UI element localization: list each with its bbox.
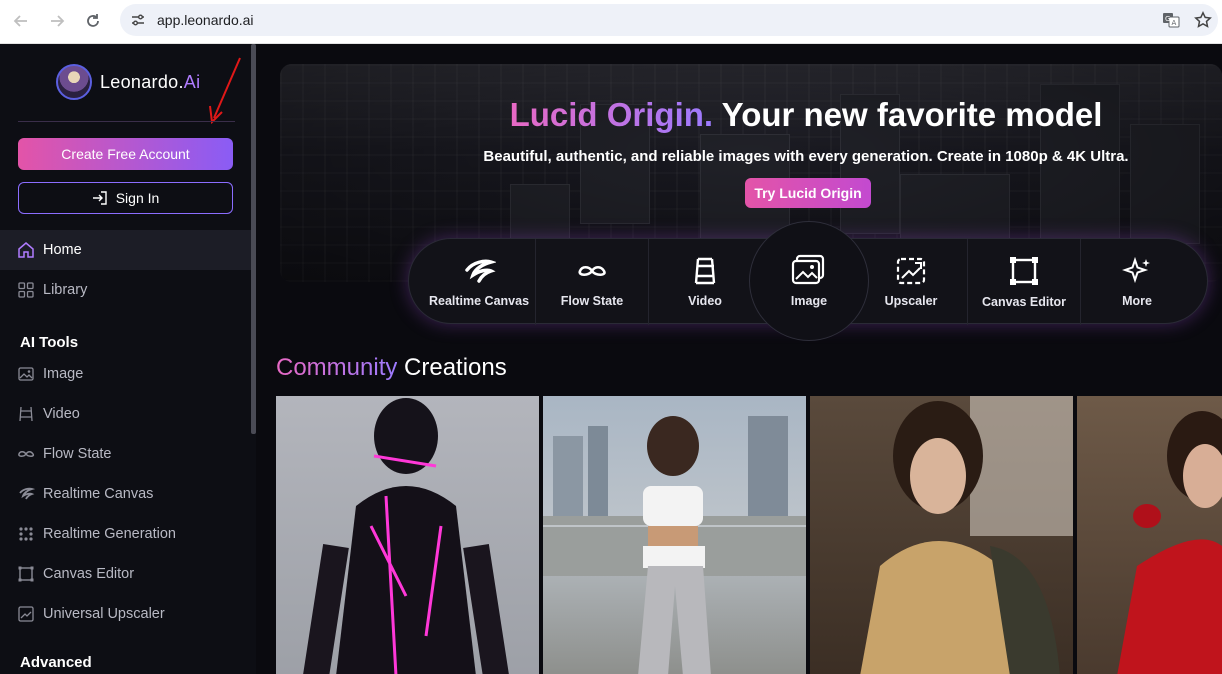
creation-image — [860, 396, 1073, 674]
tool-label: Image — [790, 294, 828, 308]
brush-icon — [465, 259, 496, 283]
address-bar[interactable]: app.leonardo.ai GA — [120, 4, 1218, 36]
tool-label: Realtime Canvas — [428, 294, 530, 308]
creation-card-3[interactable] — [810, 396, 1073, 674]
svg-text:A: A — [1172, 19, 1177, 27]
url-text[interactable]: app.leonardo.ai — [157, 12, 254, 28]
sign-in-label: Sign In — [115, 190, 160, 206]
reload-button[interactable] — [80, 8, 106, 34]
reload-icon — [87, 14, 99, 27]
canvas-icon — [1010, 257, 1038, 285]
sidebar-item-label: Universal Upscaler — [43, 606, 165, 622]
sidebar-item-video[interactable]: Video — [0, 394, 251, 434]
sidebar-item-label: Home — [43, 242, 82, 258]
tool-canvas-editor[interactable]: Canvas Editor — [968, 239, 1080, 325]
translate-icon[interactable]: GA — [1162, 11, 1180, 29]
arrow-left-icon — [13, 15, 27, 27]
logo-text: Leonardo. — [100, 71, 184, 92]
tool-realtime-canvas[interactable]: Realtime Canvas — [423, 239, 535, 325]
logo-avatar-icon — [56, 64, 92, 100]
hero-subtitle: Beautiful, authentic, and reliable image… — [483, 148, 1129, 165]
tool-image[interactable]: Image — [749, 221, 869, 341]
infinity-icon — [578, 265, 606, 277]
try-lucid-origin-button[interactable]: Try Lucid Origin — [745, 178, 871, 208]
sign-in-button[interactable]: Sign In — [18, 182, 233, 214]
sidebar-item-label: Flow State — [43, 446, 112, 462]
tool-flow-state[interactable]: Flow State — [536, 239, 648, 325]
arrow-right-icon — [51, 15, 65, 27]
tools-bar: Realtime Canvas Flow State Video Image U… — [408, 221, 1208, 341]
sidebar-item-label: Realtime Generation — [43, 526, 176, 542]
tool-video[interactable]: Video — [649, 239, 761, 325]
sidebar-item-library[interactable]: Library — [0, 270, 251, 310]
upscale-icon — [16, 604, 36, 624]
sidebar-item-label: Realtime Canvas — [43, 486, 154, 502]
infinity-icon — [16, 444, 36, 464]
tool-label: More — [1122, 294, 1152, 308]
create-account-button[interactable]: Create Free Account — [18, 138, 233, 170]
sidebar-item-label: Library — [43, 282, 88, 298]
creation-image — [1117, 411, 1222, 674]
back-button[interactable] — [8, 8, 34, 34]
film-icon — [694, 257, 716, 285]
tool-more[interactable]: More — [1081, 239, 1193, 325]
create-account-label: Create Free Account — [61, 146, 190, 162]
creation-image — [543, 416, 806, 674]
sidebar: Leonardo.Ai Create Free Account Sign In … — [0, 44, 256, 674]
creation-card-2[interactable] — [543, 396, 806, 674]
tool-label: Upscaler — [884, 294, 938, 308]
ai-tools-heading: AI Tools — [20, 334, 79, 351]
svg-text:G: G — [1165, 15, 1170, 23]
community-rest: Creations — [397, 354, 507, 381]
grid-icon — [16, 280, 36, 300]
tool-upscaler[interactable]: Upscaler — [855, 239, 967, 325]
forward-button[interactable] — [44, 8, 70, 34]
sidebar-item-label: Video — [43, 406, 80, 422]
site-settings-icon[interactable] — [130, 12, 146, 28]
sidebar-item-label: Canvas Editor — [43, 566, 135, 582]
logo-accent: Ai — [183, 71, 201, 92]
canvas-icon — [16, 564, 36, 584]
bookmark-star-icon[interactable] — [1194, 11, 1212, 29]
creation-card-4[interactable] — [1077, 396, 1222, 674]
community-accent: Community — [276, 354, 398, 381]
hero-title: Lucid Origin. Your new favorite model — [280, 96, 1222, 134]
sidebar-item-flow-state[interactable]: Flow State — [0, 434, 251, 474]
browser-toolbar: app.leonardo.ai GA — [0, 0, 1222, 44]
brush-icon — [16, 484, 36, 504]
tool-label: Video — [688, 294, 722, 308]
hero-title-rest: Your new favorite model — [713, 96, 1103, 133]
advanced-heading: Advanced — [20, 654, 92, 671]
dots-icon — [16, 524, 36, 544]
sidebar-item-realtime-canvas[interactable]: Realtime Canvas — [0, 474, 251, 514]
red-arrow-annotation — [209, 57, 241, 124]
tool-label: Canvas Editor — [981, 295, 1067, 309]
main-content: Lucid Origin. Your new favorite model Be… — [256, 44, 1222, 674]
creation-card-1[interactable] — [276, 396, 539, 674]
sidebar-item-universal-upscaler[interactable]: Universal Upscaler — [0, 594, 251, 634]
sidebar-item-realtime-generation[interactable]: Realtime Generation — [0, 514, 251, 554]
creation-image — [303, 398, 509, 674]
brand-logo[interactable]: Leonardo.Ai — [56, 64, 200, 100]
film-icon — [16, 404, 36, 424]
upscale-icon — [896, 257, 926, 285]
community-creations-heading: Community Creations — [276, 354, 507, 382]
sidebar-divider — [18, 121, 235, 122]
sidebar-item-image[interactable]: Image — [0, 354, 251, 394]
home-icon — [16, 240, 36, 260]
sidebar-item-label: Image — [43, 366, 84, 382]
sign-in-icon — [92, 191, 107, 205]
sidebar-item-home[interactable]: Home — [0, 230, 251, 270]
hero-title-accent: Lucid Origin. — [509, 96, 714, 133]
sidebar-item-canvas-editor[interactable]: Canvas Editor — [0, 554, 251, 594]
image-icon — [791, 254, 825, 285]
image-icon — [16, 364, 36, 384]
sparkle-icon — [1122, 256, 1150, 284]
tool-label: Flow State — [560, 294, 624, 308]
